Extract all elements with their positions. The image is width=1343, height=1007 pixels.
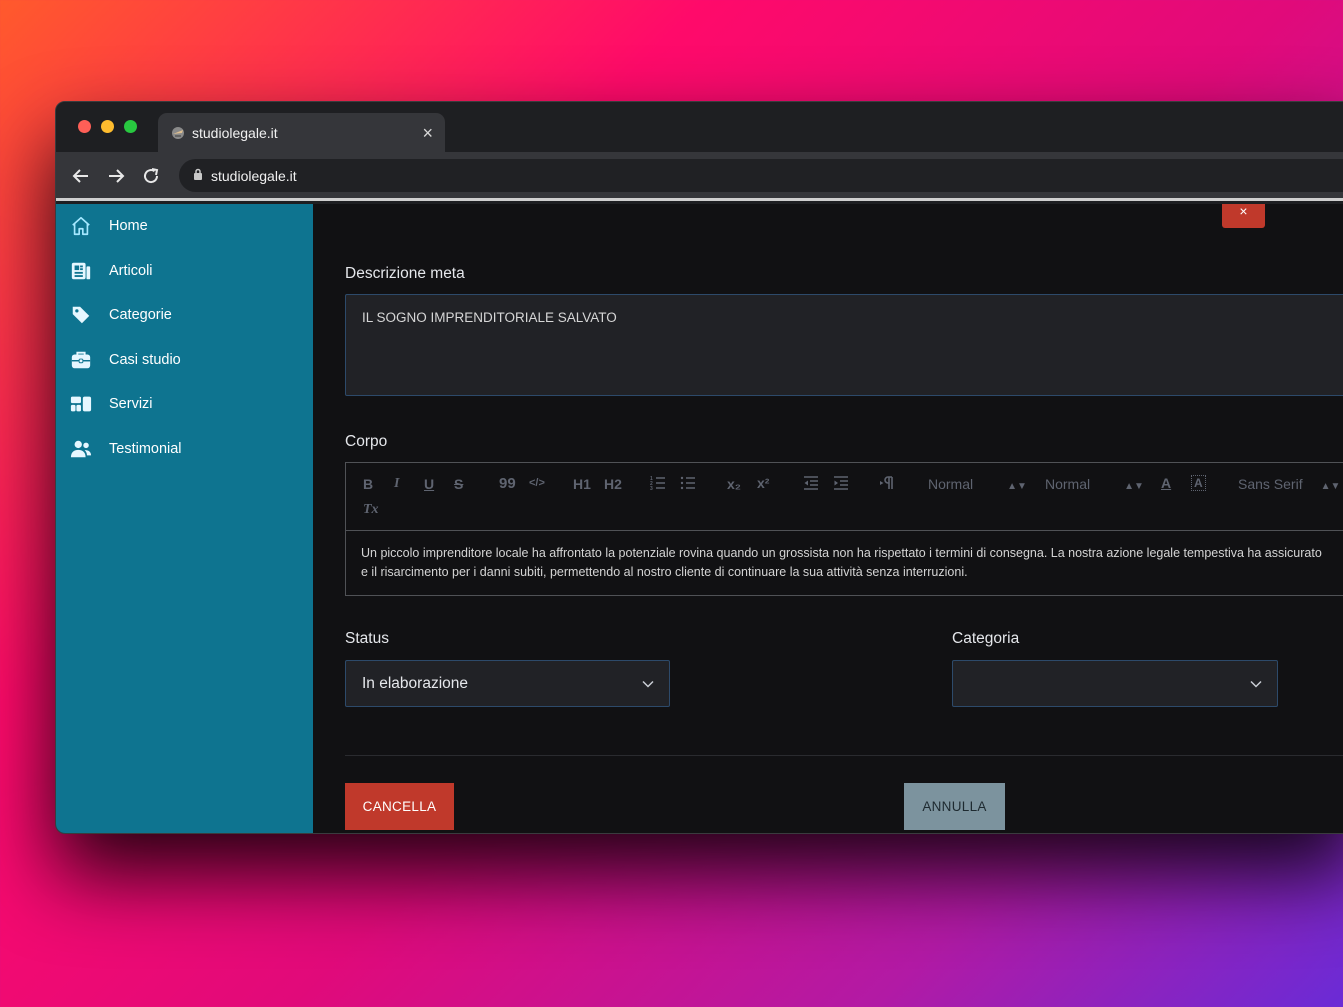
outdent-icon[interactable] xyxy=(803,475,819,494)
select-arrows-icon: ▲▼ xyxy=(1007,481,1027,492)
forward-arrow-icon[interactable] xyxy=(104,164,128,188)
browser-titlebar: studiolegale.it × xyxy=(56,102,1343,152)
lock-icon xyxy=(193,167,203,185)
italic-button[interactable]: I xyxy=(394,476,399,492)
editor-toolbar: B I U S 99 </> H1 H2 123 x₂ x² Normal ▲▼… xyxy=(346,463,1343,531)
sidebar-item-label: Casi studio xyxy=(109,351,181,368)
tag-icon xyxy=(69,303,93,327)
meta-description-value: IL SOGNO IMPRENDITORIALE SALVATO xyxy=(362,310,617,325)
chevron-down-icon xyxy=(641,677,655,696)
traffic-lights xyxy=(78,120,137,133)
code-block-button[interactable]: </> xyxy=(529,477,545,489)
home-icon xyxy=(69,214,93,238)
minimize-window-button[interactable] xyxy=(101,120,114,133)
sidebar-item-testimonial[interactable]: Testimonial xyxy=(56,427,313,472)
sidebar-item-casi-studio[interactable]: Casi studio xyxy=(56,338,313,383)
maximize-window-button[interactable] xyxy=(124,120,137,133)
newspaper-icon xyxy=(69,259,93,283)
size-select-value: Normal xyxy=(1045,476,1091,492)
back-arrow-icon[interactable] xyxy=(69,164,93,188)
size-select[interactable]: Normal ▲▼ xyxy=(1045,476,1144,492)
sidebar-item-label: Categorie xyxy=(109,307,172,324)
meta-description-label: Descrizione meta xyxy=(345,265,465,282)
form-divider xyxy=(345,755,1343,756)
sidebar-item-label: Articoli xyxy=(109,262,153,279)
status-label: Status xyxy=(345,630,389,647)
category-label: Categoria xyxy=(952,630,1020,647)
chevron-down-icon xyxy=(1249,677,1263,696)
tab-close-icon[interactable]: × xyxy=(422,124,433,142)
header-2-button[interactable]: H2 xyxy=(604,476,622,492)
background-color-button[interactable]: A xyxy=(1191,475,1206,491)
header-1-button[interactable]: H1 xyxy=(573,476,591,492)
sidebar-item-label: Home xyxy=(109,218,148,235)
body-label: Corpo xyxy=(345,433,388,450)
font-select-value: Sans Serif xyxy=(1238,476,1303,492)
font-select[interactable]: Sans Serif ▲▼ xyxy=(1238,476,1340,492)
underline-button[interactable]: U xyxy=(424,476,434,492)
briefcase-icon xyxy=(69,348,93,372)
status-select[interactable]: In elaborazione xyxy=(345,660,670,707)
header-select-value: Normal xyxy=(928,476,974,492)
close-window-button[interactable] xyxy=(78,120,91,133)
svg-text:3: 3 xyxy=(650,486,653,491)
reload-icon[interactable] xyxy=(139,164,163,188)
toolbar-divider xyxy=(56,198,1343,201)
favicon-icon xyxy=(170,125,186,141)
browser-window: studiolegale.it × studiolegale.it Home A… xyxy=(55,101,1343,834)
services-icon xyxy=(69,392,93,416)
body-text-line: e il risarcimento per i danni subiti, pe… xyxy=(361,565,968,579)
font-color-button[interactable]: A xyxy=(1161,475,1171,491)
sidebar-item-label: Servizi xyxy=(109,396,153,413)
header-select[interactable]: Normal ▲▼ xyxy=(928,476,1027,492)
indent-icon[interactable] xyxy=(833,475,849,494)
main-content: × Descrizione meta IL SOGNO IMPRENDITORI… xyxy=(313,204,1343,833)
cancel-button[interactable]: ANNULLA xyxy=(904,783,1005,830)
bullet-list-icon[interactable] xyxy=(680,475,696,494)
sidebar-item-servizi[interactable]: Servizi xyxy=(56,382,313,427)
text-direction-icon[interactable] xyxy=(879,475,895,494)
sidebar-item-articoli[interactable]: Articoli xyxy=(56,249,313,294)
category-select[interactable] xyxy=(952,660,1278,707)
url-text: studiolegale.it xyxy=(211,167,297,184)
superscript-button[interactable]: x² xyxy=(757,475,769,491)
sidebar-item-home[interactable]: Home xyxy=(56,204,313,249)
meta-description-field[interactable]: IL SOGNO IMPRENDITORIALE SALVATO xyxy=(345,294,1343,396)
bold-button[interactable]: B xyxy=(363,476,373,492)
close-icon[interactable]: × xyxy=(1222,204,1265,228)
sidebar: Home Articoli Categorie Casi studio Serv… xyxy=(56,204,313,833)
sidebar-item-label: Testimonial xyxy=(109,440,182,457)
sidebar-item-categorie[interactable]: Categorie xyxy=(56,293,313,338)
strike-button[interactable]: S xyxy=(454,476,463,492)
subscript-button[interactable]: x₂ xyxy=(727,476,741,492)
status-select-value: In elaborazione xyxy=(362,674,468,692)
rich-text-editor: B I U S 99 </> H1 H2 123 x₂ x² Normal ▲▼… xyxy=(345,462,1343,596)
users-icon xyxy=(69,437,93,461)
clean-format-button[interactable]: Tx xyxy=(363,502,379,518)
tab-title: studiolegale.it xyxy=(192,124,278,141)
blockquote-button[interactable]: 99 xyxy=(499,475,516,492)
select-arrows-icon: ▲▼ xyxy=(1124,481,1144,492)
browser-tab[interactable]: studiolegale.it × xyxy=(158,113,445,152)
body-text-line: Un piccolo imprenditore locale ha affron… xyxy=(361,546,1322,560)
browser-toolbar: studiolegale.it xyxy=(56,152,1343,198)
delete-button[interactable]: CANCELLA xyxy=(345,783,454,830)
address-bar[interactable]: studiolegale.it xyxy=(179,159,1343,192)
select-arrows-icon: ▲▼ xyxy=(1320,481,1341,492)
ordered-list-icon[interactable]: 123 xyxy=(650,475,666,494)
editor-content[interactable]: Un piccolo imprenditore locale ha affron… xyxy=(346,531,1343,595)
